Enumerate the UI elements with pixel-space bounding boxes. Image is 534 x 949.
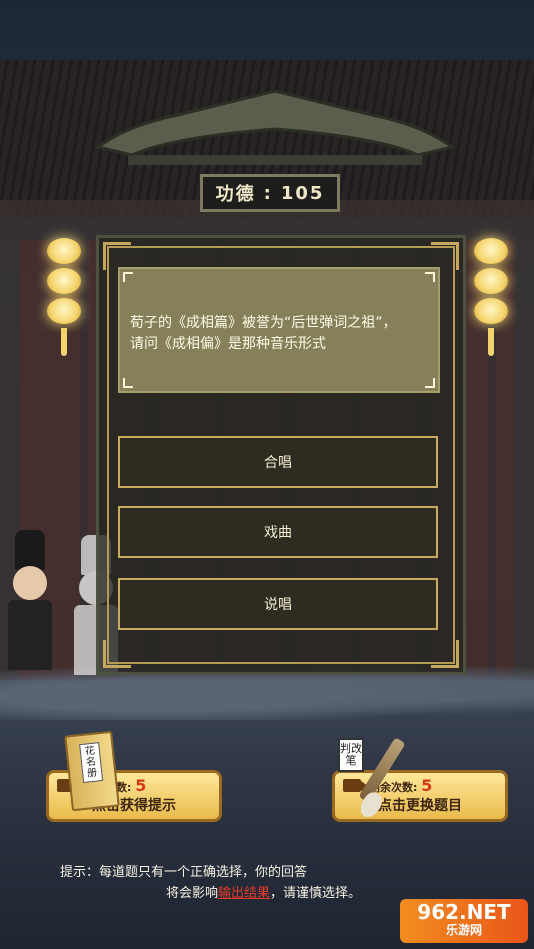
merit-counter: 功德 : 105 <box>200 174 340 212</box>
watermark-sub: 乐游网 <box>445 923 482 937</box>
video-icon <box>343 779 368 792</box>
answer-option-label: 戏曲 <box>264 525 292 541</box>
guard-character <box>8 530 52 670</box>
merit-colon: : <box>263 182 273 204</box>
lantern-icon <box>474 238 508 264</box>
site-watermark: 962.NET 乐游网 <box>400 899 528 943</box>
corner-ornament <box>103 242 131 270</box>
right-lanterns <box>474 238 508 356</box>
pavilion-roof <box>94 89 456 165</box>
change-remaining-count: 5 <box>421 776 433 795</box>
question-text-line2: 请问《成相偏》是那种音乐形式 <box>130 336 326 352</box>
tip-text: 提示：每道题只有一个正确选择，你的回答 将会影响输出结果，请谨慎选择。 <box>60 865 362 901</box>
answer-option-2[interactable]: 戏曲 <box>118 506 438 558</box>
tip-prefix: 提示： <box>60 865 100 880</box>
watermark-main: 962.NET <box>417 900 511 924</box>
brush-tag-label: 判改笔 <box>338 738 364 772</box>
left-lanterns <box>47 238 81 356</box>
roster-book-label: 花名册 <box>79 742 104 783</box>
tassel-icon <box>61 328 67 356</box>
lantern-icon <box>47 268 81 294</box>
merit-label: 功德 <box>215 184 256 205</box>
lantern-icon <box>474 298 508 324</box>
corner-ornament <box>103 640 131 668</box>
answer-option-1[interactable]: 合唱 <box>118 436 438 488</box>
merit-value: 105 <box>280 182 325 204</box>
tip-highlight: 输出结果 <box>218 886 271 901</box>
corner-ornament <box>431 640 459 668</box>
question-box: 荀子的《成相篇》被誉为“后世弹词之祖”， 请问《成相偏》是那种音乐形式 <box>118 267 440 393</box>
lantern-icon <box>474 268 508 294</box>
lantern-icon <box>47 238 81 264</box>
answer-option-label: 说唱 <box>264 597 292 613</box>
hint-remaining-count: 5 <box>135 776 147 795</box>
tip-line1: 每道题只有一个正确选择，你的回答 <box>99 865 308 880</box>
answer-option-label: 合唱 <box>264 455 292 471</box>
lantern-icon <box>47 298 81 324</box>
roster-book-icon: 花名册 <box>64 730 120 812</box>
corner-ornament <box>431 242 459 270</box>
change-question-button[interactable]: 剩余次数: 5 点击更换题目 <box>332 770 508 822</box>
game-scene: 功德 : 105 荀子的《成相篇》被誉为“后世弹词之祖”， 请问《成相偏》是那种… <box>0 0 534 949</box>
tassel-icon <box>488 328 494 356</box>
question-text-line1: 荀子的《成相篇》被誉为“后世弹词之祖”， <box>130 315 397 331</box>
answer-option-3[interactable]: 说唱 <box>118 578 438 630</box>
